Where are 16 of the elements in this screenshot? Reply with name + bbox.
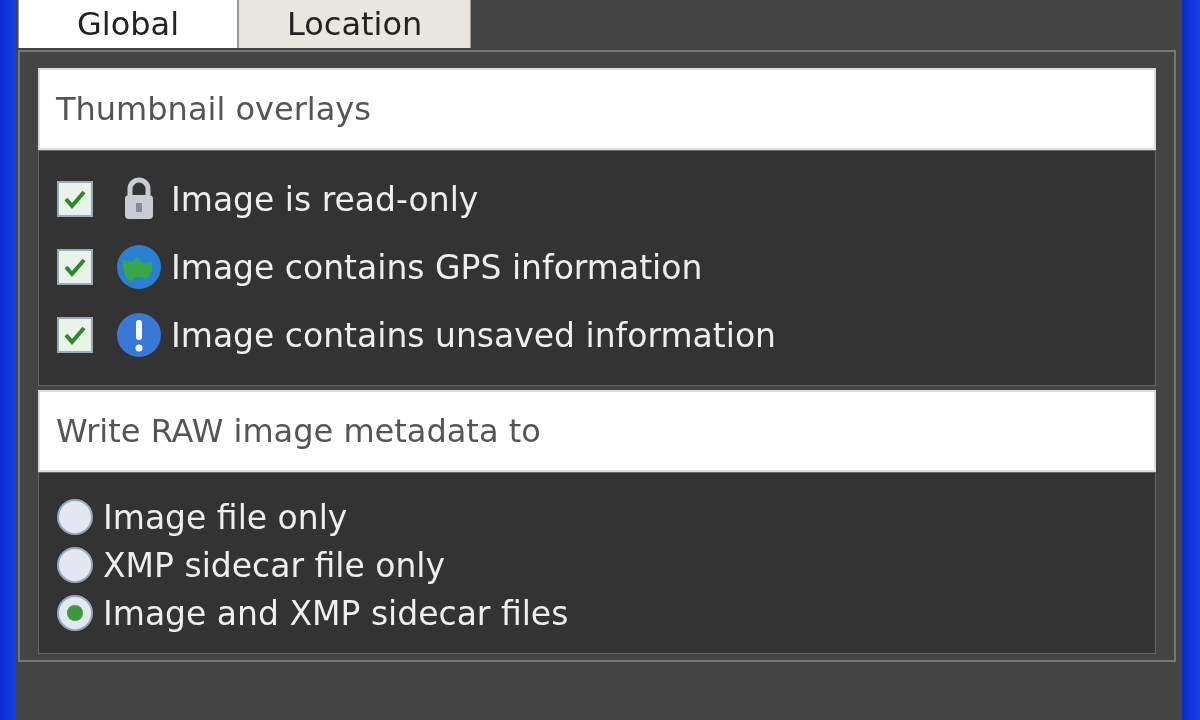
radio-label: Image file only (103, 497, 348, 537)
tab[interactable]: Location (238, 0, 472, 48)
radio-button[interactable] (57, 547, 93, 583)
checkbox[interactable] (57, 249, 93, 285)
radio-button[interactable] (57, 595, 93, 631)
checkbox-label: Image contains GPS information (171, 247, 703, 287)
tab[interactable]: Global (18, 0, 238, 48)
checkbox-label: Image is read-only (171, 179, 479, 219)
section-header: Write RAW image metadata to (38, 390, 1156, 472)
checkbox[interactable] (57, 317, 93, 353)
section-header: Thumbnail overlays (38, 68, 1156, 150)
radio-label: Image and XMP sidecar files (103, 593, 569, 633)
checkbox[interactable] (57, 181, 93, 217)
radio-label: XMP sidecar file only (103, 545, 446, 585)
radio-button[interactable] (57, 499, 93, 535)
checkbox-label: Image contains unsaved information (171, 315, 776, 355)
